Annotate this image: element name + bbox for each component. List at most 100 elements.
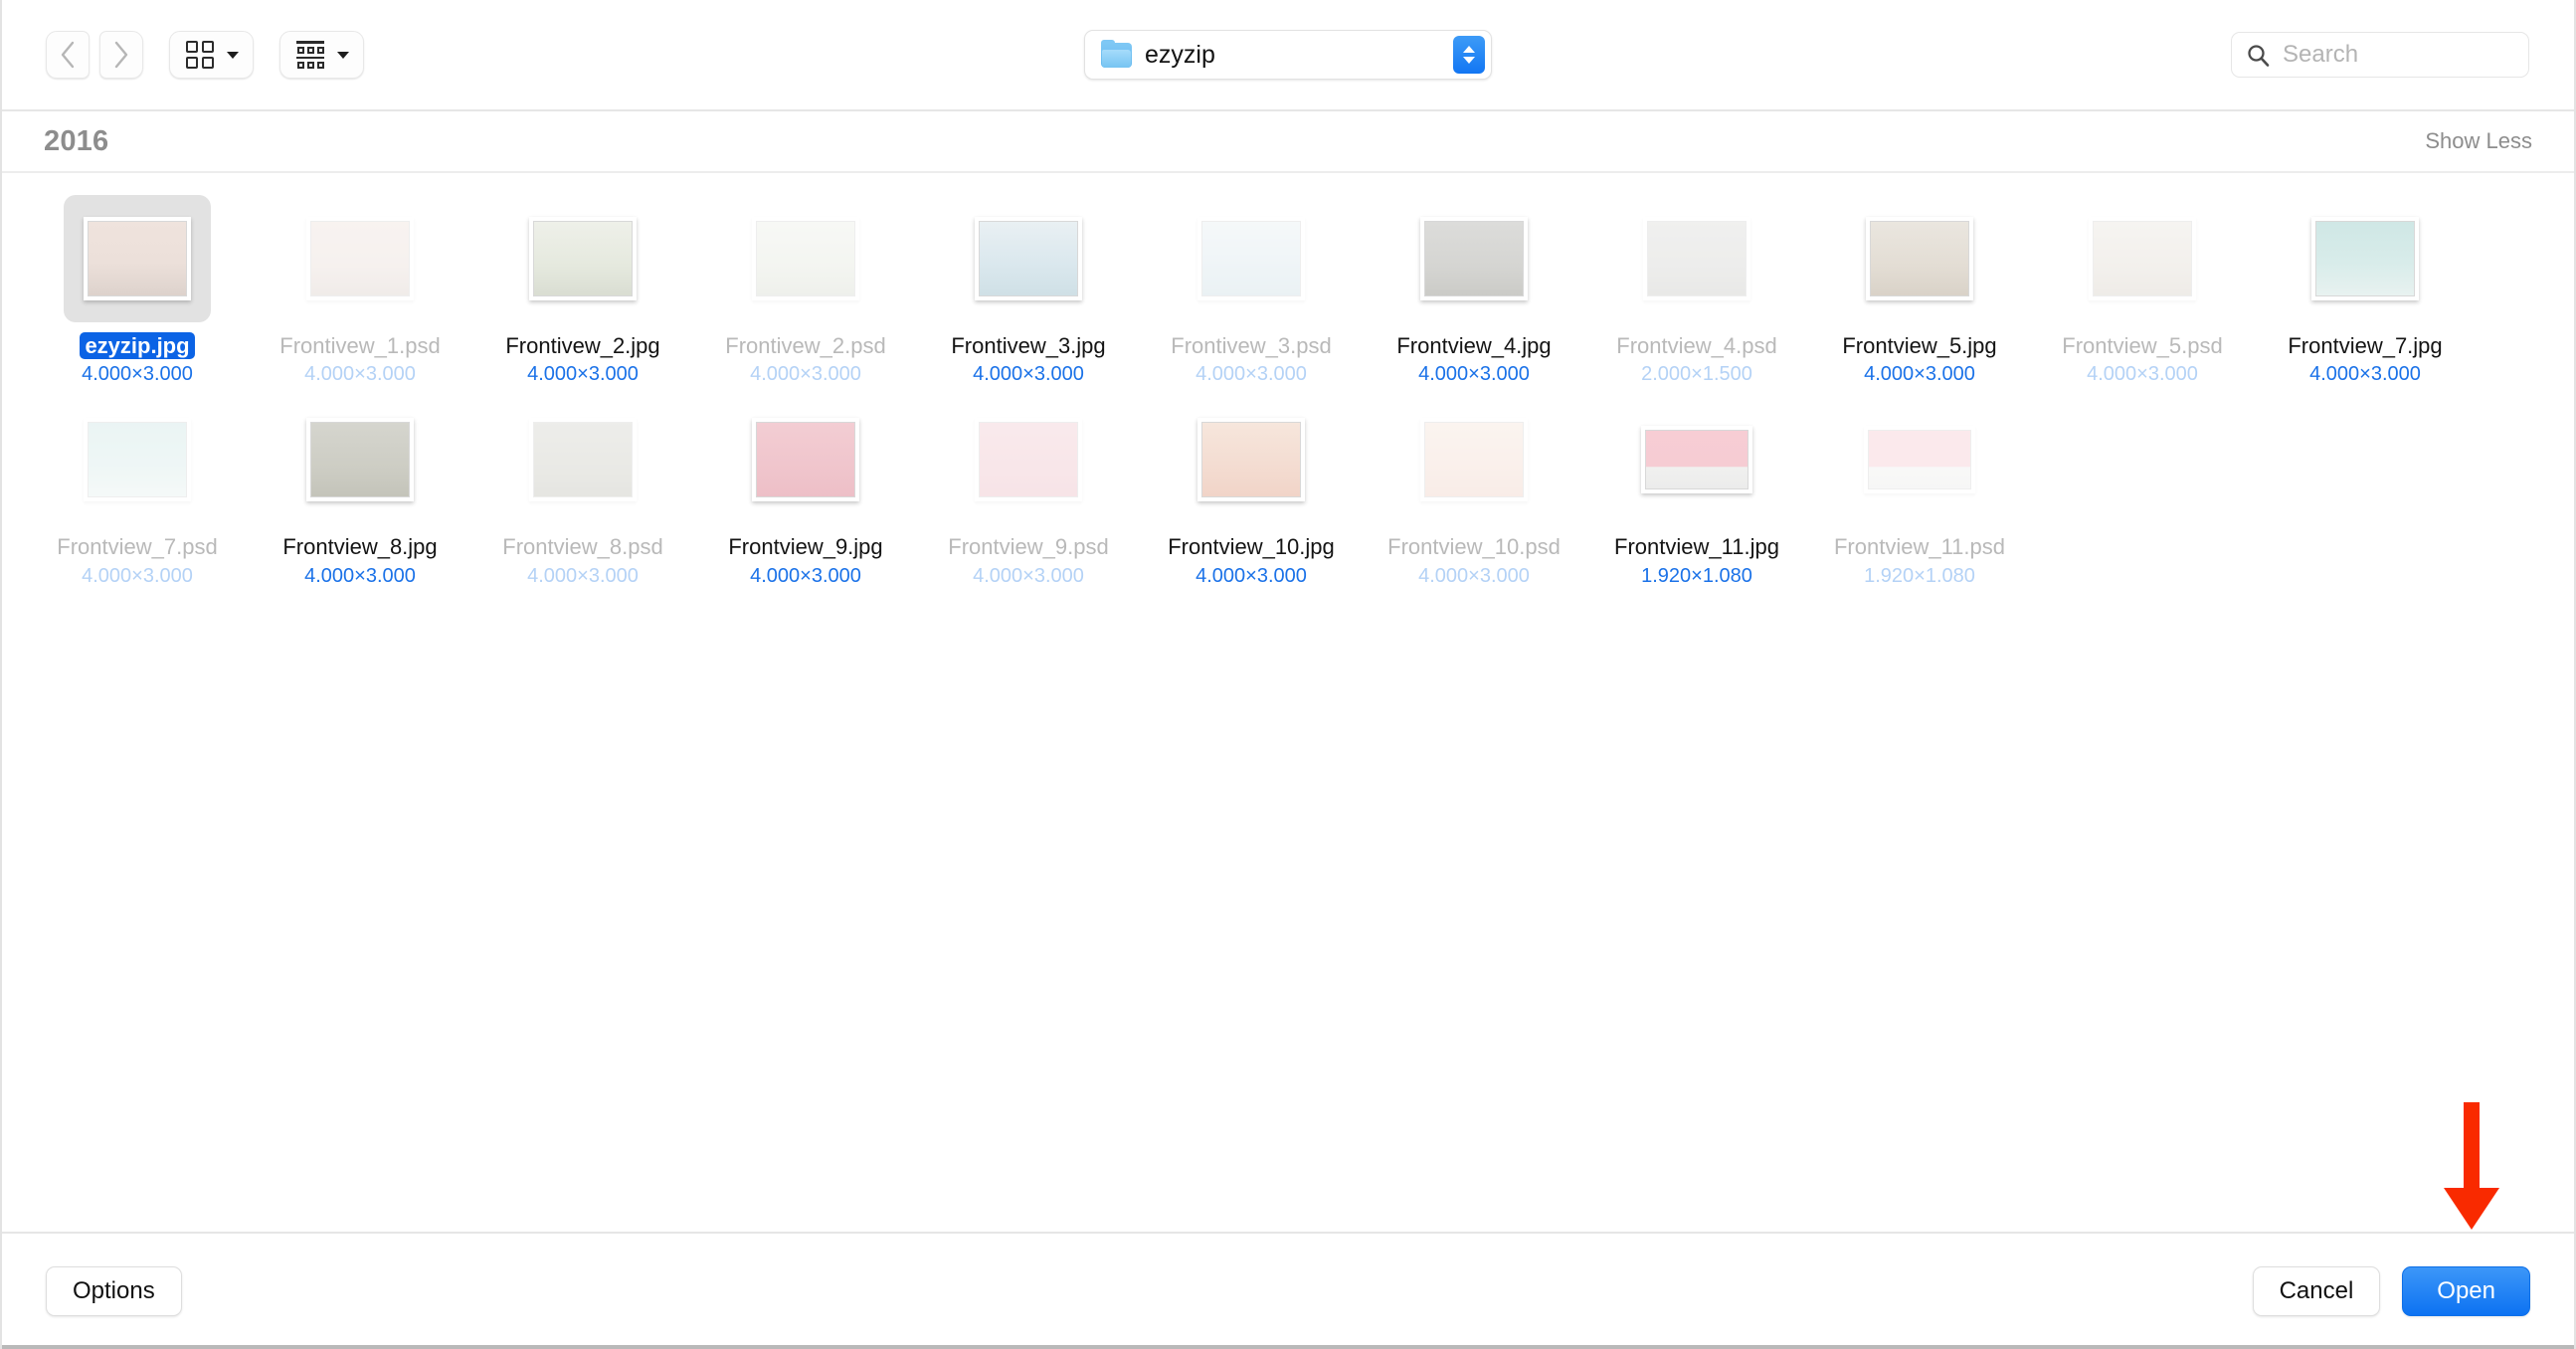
group-title: 2016 <box>44 124 109 157</box>
file-thumbnail-tile[interactable] <box>2292 195 2439 322</box>
file-item[interactable]: Frontivew_2.psd 4.000×3.000 <box>694 195 917 396</box>
file-item[interactable]: Frontivew_3.jpg 4.000×3.000 <box>917 195 1140 396</box>
file-thumbnail-tile[interactable] <box>509 195 656 322</box>
file-item[interactable]: Frontview_7.psd 4.000×3.000 <box>26 396 249 597</box>
file-dimensions-label: 4.000×3.000 <box>1196 363 1307 386</box>
thumbnail-artwork <box>310 422 410 498</box>
file-thumbnail <box>752 217 859 300</box>
file-thumbnail-tile[interactable] <box>1400 396 1548 523</box>
file-thumbnail-tile[interactable] <box>1846 396 1993 523</box>
file-name-label: Frontview_11.jpg <box>1614 534 1779 560</box>
options-button[interactable]: Options <box>46 1265 182 1317</box>
thumbnail-artwork <box>979 422 1078 498</box>
file-thumbnail <box>84 217 191 300</box>
file-grid: ezyzip.jpg 4.000×3.000 Frontivew_1.psd 4.00… <box>2 173 2574 1232</box>
file-thumbnail-tile[interactable] <box>1623 396 1770 523</box>
file-item[interactable]: Frontview_11.jpg 1.920×1.080 <box>1585 396 1808 597</box>
file-item[interactable]: Frontivew_1.psd 4.000×3.000 <box>249 195 471 396</box>
search-field[interactable]: Search <box>2231 32 2529 78</box>
file-item[interactable]: ezyzip.jpg 4.000×3.000 <box>26 195 249 396</box>
thumbnail-artwork <box>88 422 187 498</box>
file-name-label: ezyzip.jpg <box>80 332 195 360</box>
file-dimensions-label: 2.000×1.500 <box>1641 363 1752 386</box>
file-thumbnail-tile[interactable] <box>286 396 434 523</box>
file-thumbnail <box>1866 217 1973 300</box>
file-dimensions-label: 4.000×3.000 <box>304 363 416 386</box>
file-name-label: Frontview_8.psd <box>502 534 663 560</box>
show-less-link[interactable]: Show Less <box>2425 128 2532 154</box>
file-item[interactable]: Frontview_8.jpg 4.000×3.000 <box>249 396 471 597</box>
file-thumbnail-tile[interactable] <box>2069 195 2216 322</box>
group-header: 2016 Show Less <box>2 111 2574 173</box>
up-down-stepper-icon[interactable] <box>1453 36 1485 74</box>
file-name-label: Frontview_5.psd <box>2062 333 2223 358</box>
file-name-label: Frontview_10.jpg <box>1168 534 1335 560</box>
file-thumbnail-tile[interactable] <box>64 396 211 523</box>
thumbnail-artwork <box>2093 221 2192 296</box>
file-thumbnail-tile[interactable] <box>1178 195 1325 322</box>
file-item[interactable]: Frontview_4.jpg 4.000×3.000 <box>1363 195 1585 396</box>
file-item[interactable]: Frontview_5.psd 4.000×3.000 <box>2031 195 2254 396</box>
file-dimensions-label: 1.920×1.080 <box>1864 564 1975 587</box>
file-dimensions-label: 4.000×3.000 <box>2087 363 2198 386</box>
file-name-label: Frontview_11.psd <box>1833 534 2005 560</box>
file-thumbnail-tile[interactable] <box>955 195 1102 322</box>
file-item[interactable]: Frontivew_2.jpg 4.000×3.000 <box>471 195 694 396</box>
file-item[interactable]: Frontview_9.jpg 4.000×3.000 <box>694 396 917 597</box>
file-dimensions-label: 4.000×3.000 <box>973 363 1084 386</box>
file-name-label: Frontview_7.jpg <box>2288 333 2443 358</box>
file-item[interactable]: Frontview_7.jpg 4.000×3.000 <box>2254 195 2477 396</box>
file-thumbnail-tile[interactable] <box>64 195 211 322</box>
file-dimensions-label: 4.000×3.000 <box>1418 564 1530 587</box>
thumbnail-artwork <box>1868 430 1971 490</box>
file-thumbnail-tile[interactable] <box>509 396 656 523</box>
file-thumbnail <box>1864 426 1975 494</box>
file-thumbnail-tile[interactable] <box>732 195 879 322</box>
cancel-button[interactable]: Cancel <box>2252 1265 2381 1317</box>
file-thumbnail-tile[interactable] <box>1400 195 1548 322</box>
file-item[interactable]: Frontview_4.psd 2.000×1.500 <box>1585 195 1808 396</box>
group-by-button[interactable] <box>279 31 364 79</box>
file-item[interactable]: Frontview_11.psd 1.920×1.080 <box>1808 396 2031 597</box>
open-button[interactable]: Open <box>2402 1265 2530 1317</box>
back-button[interactable] <box>46 31 90 79</box>
file-name-label: Frontview_10.psd <box>1387 534 1561 560</box>
file-thumbnail-tile[interactable] <box>286 195 434 322</box>
file-item[interactable]: Frontview_10.psd 4.000×3.000 <box>1363 396 1585 597</box>
chevron-right-icon <box>114 41 128 69</box>
thumbnail-artwork <box>2315 221 2415 296</box>
file-thumbnail <box>1420 217 1528 300</box>
forward-button[interactable] <box>99 31 143 79</box>
file-thumbnail <box>752 418 859 502</box>
file-thumbnail-tile[interactable] <box>955 396 1102 523</box>
file-thumbnail <box>975 418 1082 502</box>
file-thumbnail <box>306 217 414 300</box>
file-thumbnail-tile[interactable] <box>1846 195 1993 322</box>
thumbnail-artwork <box>1424 221 1524 296</box>
file-dimensions-label: 4.000×3.000 <box>527 564 639 587</box>
grid-view-icon <box>186 41 214 69</box>
view-mode-button[interactable] <box>169 31 254 79</box>
file-thumbnail <box>1420 418 1528 502</box>
thumbnail-artwork <box>756 422 855 498</box>
file-thumbnail-tile[interactable] <box>1623 195 1770 322</box>
thumbnail-artwork <box>756 221 855 296</box>
folder-path-popup-button[interactable]: ezyzip <box>1084 30 1492 80</box>
file-thumbnail <box>1643 217 1750 300</box>
chevron-down-icon <box>227 51 239 59</box>
file-item[interactable]: Frontview_5.jpg 4.000×3.000 <box>1808 195 2031 396</box>
file-dimensions-label: 4.000×3.000 <box>1196 564 1307 587</box>
window-bottom-edge <box>2 1345 2574 1349</box>
thumbnail-artwork <box>310 221 410 296</box>
file-dimensions-label: 4.000×3.000 <box>304 564 416 587</box>
file-item[interactable]: Frontview_9.psd 4.000×3.000 <box>917 396 1140 597</box>
file-name-label: Frontview_9.jpg <box>728 534 883 560</box>
file-item[interactable]: Frontview_8.psd 4.000×3.000 <box>471 396 694 597</box>
file-thumbnail-tile[interactable] <box>732 396 879 523</box>
file-item[interactable]: Frontivew_3.psd 4.000×3.000 <box>1140 195 1363 396</box>
file-name-label: Frontivew_2.jpg <box>505 333 660 358</box>
thumbnail-artwork <box>1870 221 1969 296</box>
toolbar: ezyzip Search <box>2 0 2574 111</box>
file-thumbnail-tile[interactable] <box>1178 396 1325 523</box>
file-item[interactable]: Frontview_10.jpg 4.000×3.000 <box>1140 396 1363 597</box>
